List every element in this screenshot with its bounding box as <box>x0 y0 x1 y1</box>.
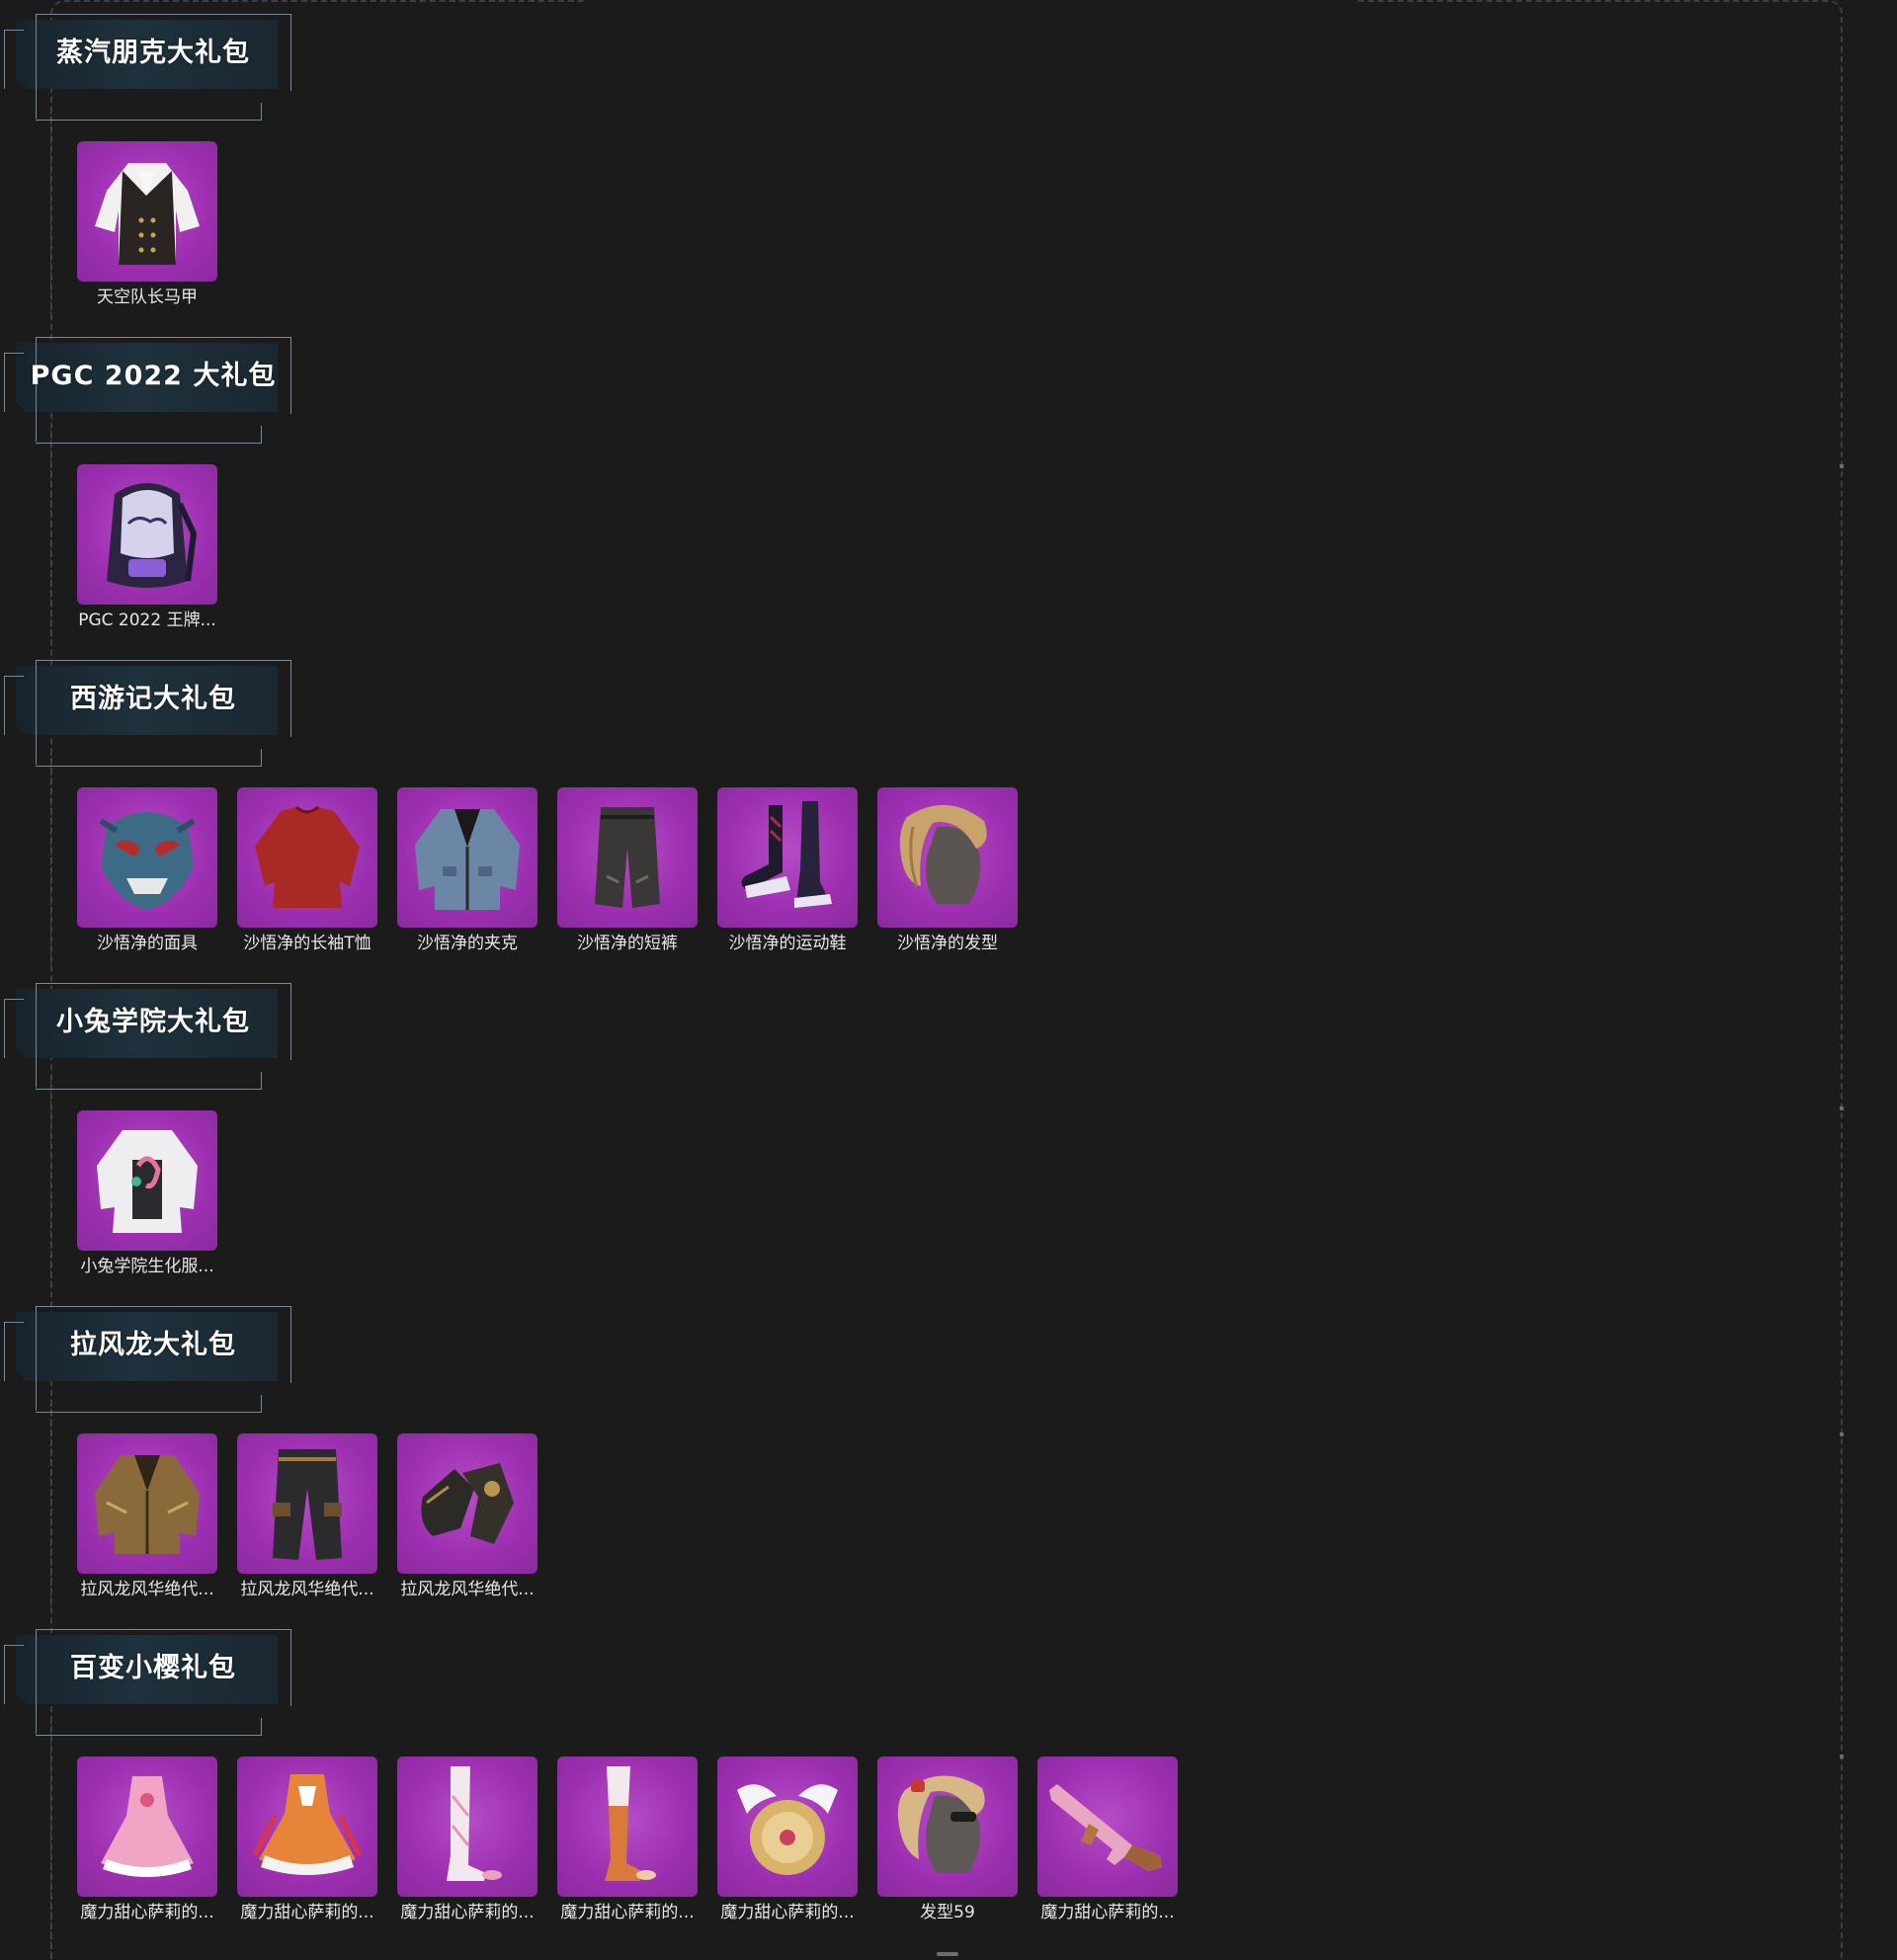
reward-item[interactable]: 小兔学院生化服... <box>77 1110 217 1278</box>
reward-item[interactable]: 拉风龙风华绝代... <box>77 1433 217 1601</box>
hazmat-suit-icon <box>97 1130 198 1233</box>
white-boots-icon <box>447 1766 502 1881</box>
reward-item[interactable]: 发型59 <box>877 1756 1018 1924</box>
item-thumbnail <box>397 1756 537 1897</box>
item-label: PGC 2022 王牌... <box>78 611 216 630</box>
item-label: 拉风龙风华绝代... <box>240 1580 374 1599</box>
item-thumbnail <box>397 787 537 928</box>
item-row: PGC 2022 王牌... <box>77 464 217 632</box>
item-row: 拉风龙风华绝代... 拉风龙风华绝代... 拉风龙风华绝代... <box>77 1433 537 1601</box>
item-label: 小兔学院生化服... <box>80 1257 214 1276</box>
reward-item[interactable]: 魔力甜心萨莉的... <box>397 1756 537 1924</box>
rifle-icon <box>1049 1784 1162 1871</box>
reward-item[interactable]: 拉风龙风华绝代... <box>237 1433 377 1601</box>
item-thumbnail <box>557 1756 698 1897</box>
jacket-icon <box>415 809 520 910</box>
vest-icon <box>95 163 200 265</box>
item-thumbnail <box>717 1756 858 1897</box>
backpack-icon <box>107 483 198 588</box>
reward-item[interactable]: 沙悟净的发型 <box>877 787 1018 955</box>
item-label: 魔力甜心萨莉的... <box>400 1903 535 1922</box>
reward-item[interactable]: 沙悟净的面具 <box>77 787 217 955</box>
item-label: 魔力甜心萨莉的... <box>240 1903 374 1922</box>
shirt-icon <box>255 805 360 908</box>
section-header: 小兔学院大礼包 <box>4 969 295 1090</box>
item-row: 小兔学院生化服... <box>77 1110 217 1278</box>
item-label: 沙悟净的面具 <box>97 934 198 953</box>
content-frame <box>50 0 1843 1960</box>
item-row: 魔力甜心萨莉的... 魔力甜心萨莉的... 魔力甜心萨莉的... 魔力甜心萨莉的… <box>77 1756 1178 1924</box>
item-thumbnail <box>557 787 698 928</box>
section-title: PGC 2022 大礼包 <box>30 361 277 391</box>
reward-item[interactable]: 沙悟净的长袖T恤 <box>237 787 377 955</box>
item-thumbnail <box>77 1110 217 1251</box>
item-thumbnail <box>77 1756 217 1897</box>
section-header: 百变小樱礼包 <box>4 1615 295 1736</box>
reward-item[interactable]: 魔力甜心萨莉的... <box>717 1756 858 1924</box>
reward-item[interactable]: 沙悟净的夹克 <box>397 787 537 955</box>
orange-boots-icon <box>605 1766 656 1881</box>
reward-item[interactable]: 沙悟净的短裤 <box>557 787 698 955</box>
item-label: 沙悟净的长袖T恤 <box>243 934 371 953</box>
reward-page: 蒸汽朋克大礼包 天空队长马甲 PGC 2022 大礼包 PGC 2022 王牌.… <box>0 0 1897 1960</box>
item-thumbnail <box>77 787 217 928</box>
item-thumbnail <box>237 1433 377 1574</box>
sneakers-icon <box>741 801 832 908</box>
section-title: 小兔学院大礼包 <box>56 1007 250 1037</box>
shorts-icon <box>595 807 660 908</box>
scroll-indicator[interactable] <box>937 1952 958 1956</box>
item-thumbnail <box>877 787 1018 928</box>
reward-item[interactable]: 魔力甜心萨莉的... <box>557 1756 698 1924</box>
pants-icon <box>273 1449 342 1560</box>
item-label: 魔力甜心萨莉的... <box>80 1903 214 1922</box>
item-label: 魔力甜心萨莉的... <box>1040 1903 1175 1922</box>
item-thumbnail <box>717 787 858 928</box>
item-thumbnail <box>397 1433 537 1574</box>
item-thumbnail <box>77 464 217 605</box>
item-thumbnail <box>77 141 217 282</box>
section-title: 西游记大礼包 <box>70 684 236 714</box>
section-title: 百变小樱礼包 <box>70 1653 236 1683</box>
item-label: 拉风龙风华绝代... <box>80 1580 214 1599</box>
mask-icon <box>99 812 196 910</box>
reward-item[interactable]: PGC 2022 王牌... <box>77 464 217 632</box>
reward-item[interactable]: 魔力甜心萨莉的... <box>237 1756 377 1924</box>
section-header: 西游记大礼包 <box>4 646 295 767</box>
orange-dress-icon <box>252 1774 363 1875</box>
section-header: 蒸汽朋克大礼包 <box>4 0 295 121</box>
reward-item[interactable]: 拉风龙风华绝代... <box>397 1433 537 1601</box>
item-label: 沙悟净的短裤 <box>577 934 678 953</box>
gloves-icon <box>421 1463 514 1544</box>
section-header: 拉风龙大礼包 <box>4 1292 295 1413</box>
section-header: PGC 2022 大礼包 <box>4 323 295 444</box>
reward-item[interactable]: 天空队长马甲 <box>77 141 217 309</box>
reward-item[interactable]: 魔力甜心萨莉的... <box>77 1756 217 1924</box>
item-thumbnail <box>1037 1756 1178 1897</box>
item-label: 魔力甜心萨莉的... <box>560 1903 695 1922</box>
section-title: 拉风龙大礼包 <box>70 1330 236 1360</box>
section-title: 蒸汽朋克大礼包 <box>56 38 250 68</box>
item-label: 天空队长马甲 <box>97 287 198 307</box>
item-thumbnail <box>877 1756 1018 1897</box>
item-label: 沙悟净的运动鞋 <box>728 934 847 953</box>
item-label: 沙悟净的发型 <box>897 934 998 953</box>
hairstyle-icon <box>899 804 987 904</box>
pink-dress-icon <box>101 1776 194 1877</box>
winged-backpack-icon <box>737 1784 838 1875</box>
item-label: 发型59 <box>920 1903 975 1922</box>
item-thumbnail <box>237 1756 377 1897</box>
blonde-hair-icon <box>897 1775 985 1873</box>
item-row: 沙悟净的面具 沙悟净的长袖T恤 沙悟净的夹克 沙悟净的短裤 沙悟净的运动鞋 沙悟… <box>77 787 1018 955</box>
item-label: 沙悟净的夹克 <box>417 934 518 953</box>
gold-jacket-icon <box>95 1455 200 1554</box>
reward-item[interactable]: 沙悟净的运动鞋 <box>717 787 858 955</box>
item-label: 拉风龙风华绝代... <box>400 1580 535 1599</box>
item-label: 魔力甜心萨莉的... <box>720 1903 855 1922</box>
item-row: 天空队长马甲 <box>77 141 217 309</box>
item-thumbnail <box>237 787 377 928</box>
reward-item[interactable]: 魔力甜心萨莉的... <box>1037 1756 1178 1924</box>
item-thumbnail <box>77 1433 217 1574</box>
